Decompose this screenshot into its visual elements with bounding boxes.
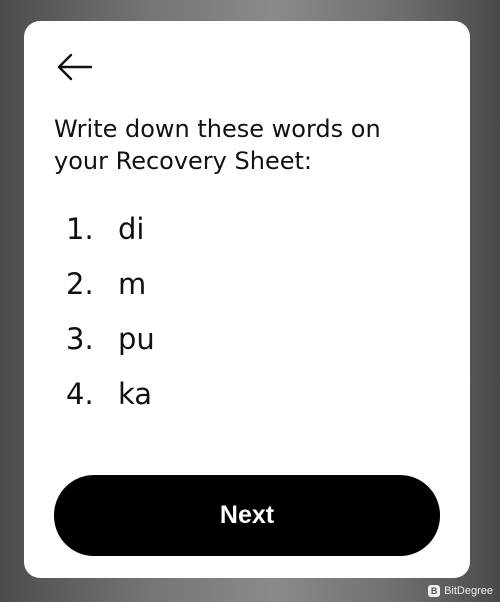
recovery-word: pu xyxy=(118,321,154,356)
recovery-word: ka xyxy=(118,376,153,411)
word-number: 1. xyxy=(66,211,94,246)
recovery-word: m xyxy=(118,266,147,301)
word-item-1: 1. di xyxy=(66,201,266,256)
word-item-3: 3. pu xyxy=(66,311,266,366)
next-button[interactable]: Next xyxy=(54,475,440,556)
back-button[interactable] xyxy=(54,51,94,83)
watermark-text: BitDegree xyxy=(444,585,493,597)
word-number: 2. xyxy=(66,266,94,301)
word-number: 3. xyxy=(66,321,94,356)
instruction-text: Write down these words on your Recovery … xyxy=(54,115,381,175)
word-item-4: 4. ka xyxy=(66,366,266,421)
recovery-words-card: Write down these words on your Recovery … xyxy=(24,21,470,578)
watermark: B BitDegree xyxy=(428,585,493,597)
bitdegree-logo-icon: B xyxy=(428,585,441,597)
word-number: 4. xyxy=(66,376,94,411)
recovery-word: di xyxy=(118,211,145,246)
word-item-2: 2. m xyxy=(66,256,266,311)
arrow-left-icon xyxy=(57,53,93,81)
recovery-word-list: 1. di 2. m 3. pu 4. ka xyxy=(66,201,266,421)
